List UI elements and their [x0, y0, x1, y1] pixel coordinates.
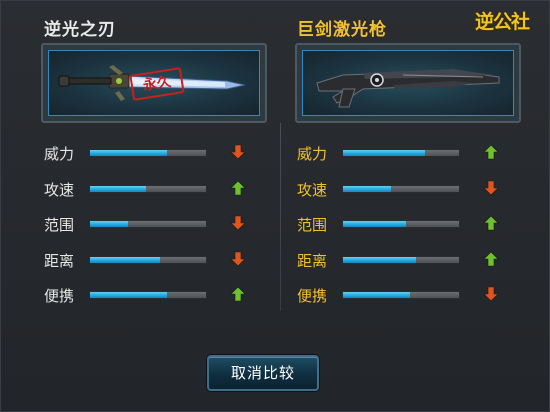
right-stat-bar	[342, 220, 460, 228]
left-stat-row: 威力	[44, 141, 254, 177]
right-weapon-name: 巨剑激光枪	[297, 20, 387, 40]
right-stat-bar-fill	[343, 256, 417, 263]
left-stat-bar	[89, 291, 207, 299]
right-stat-bar	[342, 184, 460, 193]
right-stat-row: 攻速	[297, 177, 507, 213]
arrow-down-icon	[483, 286, 499, 302]
left-stat-row: 攻速	[44, 177, 254, 213]
left-stat-bar-fill	[90, 292, 167, 298]
arrow-up-icon	[230, 286, 246, 302]
left-stat-row: 范围	[44, 212, 254, 248]
left-stat-bar	[89, 149, 207, 157]
left-stat-bar-fill	[90, 185, 146, 192]
left-stat-label: 攻速	[44, 180, 75, 199]
logo-text: 逆公社	[475, 11, 530, 33]
right-stat-bar	[342, 255, 460, 264]
left-stat-bar	[89, 220, 207, 228]
right-weapon-stats: 威力攻速范围距离便携	[297, 141, 507, 319]
right-stat-row: 范围	[297, 212, 507, 248]
right-weapon-card	[295, 43, 521, 123]
right-stat-label: 便携	[297, 287, 328, 305]
left-stat-bar-fill	[90, 150, 167, 156]
right-stat-bar-fill	[343, 292, 411, 298]
left-stat-bar-fill	[90, 256, 160, 263]
arrow-up-icon	[230, 180, 246, 196]
cancel-compare-button[interactable]: 取消比较	[207, 355, 319, 391]
left-stat-label: 威力	[44, 145, 75, 163]
site-logo: 逆公社	[463, 5, 547, 39]
right-stat-label: 距离	[297, 251, 328, 270]
arrow-up-icon	[483, 215, 499, 231]
left-stat-bar	[89, 184, 207, 193]
laser-rifle-icon	[316, 69, 500, 108]
right-stat-label: 威力	[297, 145, 328, 163]
arrow-down-icon	[230, 215, 246, 231]
right-stat-row: 距离	[297, 248, 507, 284]
right-stat-label: 攻速	[297, 180, 328, 199]
right-stat-row: 便携	[297, 283, 507, 319]
arrow-down-icon	[230, 251, 246, 267]
stamp-text: 永久	[141, 73, 173, 95]
column-divider	[280, 123, 281, 311]
left-weapon-card: 永久	[41, 43, 267, 123]
left-stat-label: 范围	[44, 216, 75, 234]
left-stat-bar-fill	[90, 221, 129, 227]
left-stat-bar	[89, 255, 207, 264]
right-stat-row: 威力	[297, 141, 507, 177]
arrow-down-icon	[230, 144, 246, 160]
right-stat-bar-fill	[343, 185, 391, 192]
right-stat-label: 范围	[297, 216, 328, 234]
arrow-up-icon	[483, 144, 499, 160]
arrow-up-icon	[483, 251, 499, 267]
weapon-compare-panel: 逆光之刃 巨剑激光枪 逆公社 永久 威力 攻速 范围 距离 便携 威力 攻速 范…	[0, 0, 550, 412]
arrow-down-icon	[483, 180, 499, 196]
left-stat-row: 便携	[44, 283, 254, 319]
left-stat-label: 便携	[44, 287, 75, 305]
right-stat-bar-fill	[343, 221, 406, 227]
right-weapon-image-frame	[302, 50, 514, 116]
left-weapon-image-frame: 永久	[48, 50, 260, 116]
left-stat-row: 距离	[44, 248, 254, 284]
left-weapon-name: 逆光之刃	[44, 20, 116, 40]
right-stat-bar	[342, 291, 460, 299]
left-weapon-stats: 威力攻速范围距离便携	[44, 141, 254, 319]
right-stat-bar-fill	[343, 150, 426, 156]
left-stat-label: 距离	[44, 251, 75, 270]
right-stat-bar	[342, 149, 460, 157]
